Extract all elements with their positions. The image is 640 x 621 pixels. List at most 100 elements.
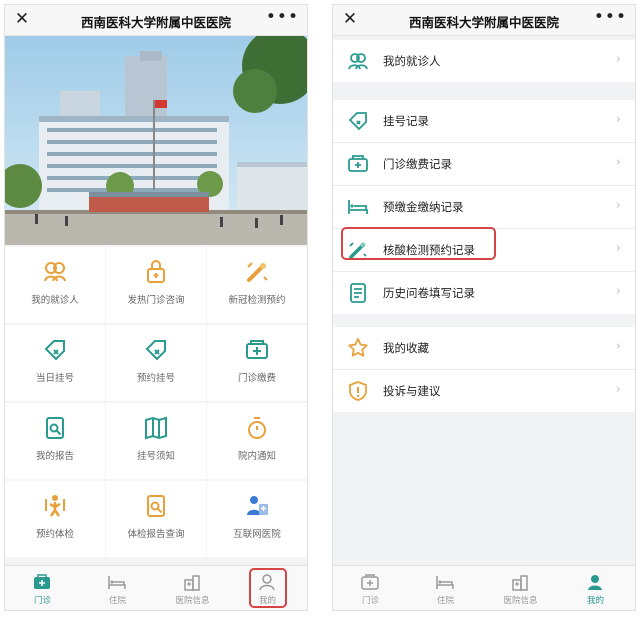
bottom-tab-bar: 门诊 住院 医院信息 我的 xyxy=(5,565,307,610)
grid-item-label: 我的就诊人 xyxy=(31,295,79,306)
patients-icon xyxy=(44,262,66,282)
mine-tab-icon xyxy=(588,575,602,590)
fever-clinic-icon xyxy=(147,260,165,283)
grid-item-label: 挂号须知 xyxy=(136,451,175,462)
hospital-banner-image xyxy=(5,36,307,245)
menu-item-label: 门诊缴费记录 xyxy=(383,157,452,171)
appointment-register-icon xyxy=(145,340,166,361)
chevron-right-icon: › xyxy=(615,241,621,256)
report-icon xyxy=(46,417,64,439)
checkup-appointment-icon xyxy=(45,495,65,517)
questionnaire-record-icon xyxy=(350,283,366,303)
tab-hospital-info[interactable]: 医院信息 xyxy=(155,566,230,610)
right-phone-screen: ✕ 西南医科大学附属中医医院 ••• 我的就诊人 › 挂号记录 › 门诊缴费记录… xyxy=(332,4,636,611)
close-button[interactable]: ✕ xyxy=(341,9,359,29)
grid-item-label: 我的报告 xyxy=(35,451,74,462)
tab-label: 医院信息 xyxy=(503,596,538,606)
outpatient-payment-icon xyxy=(246,340,268,359)
tab-label: 住院 xyxy=(436,596,454,606)
hospital-info-tab-icon xyxy=(512,575,528,591)
internet-hospital-icon xyxy=(247,496,268,515)
menu-item-label: 挂号记录 xyxy=(383,114,429,128)
grid-item-label: 当日挂号 xyxy=(35,373,74,384)
grid-item-register-guide[interactable]: 挂号须知 xyxy=(106,403,206,479)
chevron-right-icon: › xyxy=(615,52,621,67)
menu-item-label: 我的就诊人 xyxy=(383,54,441,68)
patients-icon xyxy=(348,53,368,70)
more-menu-button[interactable]: ••• xyxy=(594,7,627,27)
chevron-right-icon: › xyxy=(615,284,621,299)
page-title: 西南医科大学附属中医医院 xyxy=(80,15,231,30)
grid-item-report[interactable]: 我的报告 xyxy=(5,403,105,479)
hospital-info-tab-icon xyxy=(184,575,200,591)
grid-item-label: 发热门诊咨询 xyxy=(127,295,185,306)
tab-outpatient[interactable]: 门诊 xyxy=(5,566,80,610)
payment-record-icon xyxy=(348,155,368,172)
tab-hospital-info[interactable]: 医院信息 xyxy=(483,566,558,610)
page-title: 西南医科大学附属中医医院 xyxy=(408,15,559,30)
menu-item-register-record[interactable]: 挂号记录 › xyxy=(333,100,635,143)
grid-item-label: 互联网医院 xyxy=(233,529,281,540)
tab-label: 门诊 xyxy=(361,596,379,606)
grid-item-label: 门诊缴费 xyxy=(237,373,276,384)
tab-inpatient[interactable]: 住院 xyxy=(80,566,155,610)
menu-item-label: 历史问卷填写记录 xyxy=(383,286,475,300)
menu-group-patients: 我的就诊人 › xyxy=(333,40,635,82)
grid-item-hospital-notice[interactable]: 院内通知 xyxy=(207,403,307,479)
menu-item-label: 预缴金缴纳记录 xyxy=(383,200,464,214)
left-phone-screen: ✕ 西南医科大学附属中医医院 ••• 我的就诊人 发热门诊咨询 新冠检测预约 当… xyxy=(4,4,308,611)
tab-outpatient[interactable]: 门诊 xyxy=(333,566,408,610)
menu-item-favorites[interactable]: 我的收藏 › xyxy=(333,327,635,370)
grid-item-label: 新冠检测预约 xyxy=(228,295,286,306)
star-icon xyxy=(348,338,368,357)
nav-bar: ✕ 西南医科大学附属中医医院 ••• xyxy=(333,5,635,36)
close-button[interactable]: ✕ xyxy=(13,9,31,29)
grid-item-checkup-appointment[interactable]: 预约体检 xyxy=(5,481,105,557)
grid-item-checkup-report[interactable]: 体检报告查询 xyxy=(106,481,206,557)
chevron-right-icon: › xyxy=(615,382,621,397)
hospital-notice-icon xyxy=(248,417,266,439)
grid-item-covid-test[interactable]: 新冠检测预约 xyxy=(207,247,307,323)
bottom-tab-bar: 门诊 住院 医院信息 我的 xyxy=(333,565,635,610)
inpatient-tab-icon xyxy=(436,576,454,589)
tab-label: 住院 xyxy=(108,596,126,606)
register-record-icon xyxy=(348,112,367,131)
tab-label: 我的 xyxy=(586,596,604,606)
menu-item-questionnaire-record[interactable]: 历史问卷填写记录 › xyxy=(333,272,635,314)
outpatient-tab-icon xyxy=(34,574,50,589)
checkup-report-icon xyxy=(147,495,165,517)
chevron-right-icon: › xyxy=(615,198,621,213)
menu-item-label: 我的收藏 xyxy=(383,341,429,355)
grid-item-same-day-register[interactable]: 当日挂号 xyxy=(5,325,105,401)
grid-item-appointment-register[interactable]: 预约挂号 xyxy=(106,325,206,401)
chevron-right-icon: › xyxy=(615,339,621,354)
grid-item-label: 预约挂号 xyxy=(136,373,175,384)
tab-mine[interactable]: 我的 xyxy=(558,566,633,610)
menu-item-label: 投诉与建议 xyxy=(383,384,441,398)
tab-label: 门诊 xyxy=(33,596,51,606)
chevron-right-icon: › xyxy=(615,155,621,170)
grid-item-patients[interactable]: 我的就诊人 xyxy=(5,247,105,323)
highlight-box-mine-tab xyxy=(249,568,287,608)
more-menu-button[interactable]: ••• xyxy=(266,7,299,27)
grid-item-outpatient-payment[interactable]: 门诊缴费 xyxy=(207,325,307,401)
tab-inpatient[interactable]: 住院 xyxy=(408,566,483,610)
menu-item-prepayment-record[interactable]: 预缴金缴纳记录 › xyxy=(333,186,635,229)
prepayment-record-icon xyxy=(348,200,368,214)
menu-item-complaint[interactable]: 投诉与建议 › xyxy=(333,370,635,412)
service-grid: 我的就诊人 发热门诊咨询 新冠检测预约 当日挂号 预约挂号 门诊缴费 我的报告 xyxy=(5,247,307,567)
nav-bar: ✕ 西南医科大学附属中医医院 ••• xyxy=(5,5,307,36)
covid-test-icon xyxy=(247,262,268,282)
menu-group-records: 挂号记录 › 门诊缴费记录 › 预缴金缴纳记录 › 核酸检测预约记录 › 历史问… xyxy=(333,100,635,314)
complaint-icon xyxy=(349,381,367,401)
menu-item-patients[interactable]: 我的就诊人 › xyxy=(333,40,635,82)
outpatient-tab-icon xyxy=(361,574,379,590)
chevron-right-icon: › xyxy=(615,112,621,127)
grid-item-internet-hospital[interactable]: 互联网医院 xyxy=(207,481,307,557)
menu-item-payment-record[interactable]: 门诊缴费记录 › xyxy=(333,143,635,186)
menu-group-other: 我的收藏 › 投诉与建议 › xyxy=(333,327,635,412)
grid-item-label: 院内通知 xyxy=(237,451,276,462)
grid-item-fever-clinic[interactable]: 发热门诊咨询 xyxy=(106,247,206,323)
highlight-box-nucleic-test-record xyxy=(341,227,496,260)
grid-item-label: 体检报告查询 xyxy=(127,529,185,540)
